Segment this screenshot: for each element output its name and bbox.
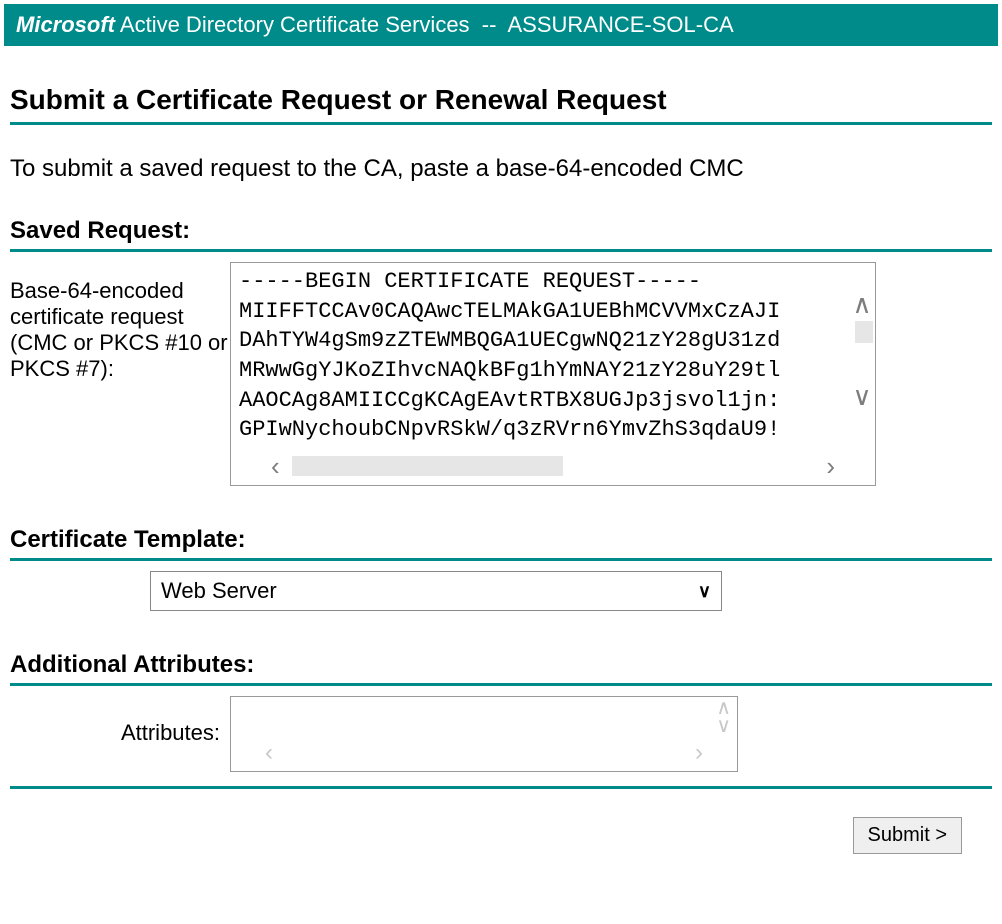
scrollbar-thumb[interactable] [292, 456, 564, 476]
cert-template-select[interactable]: Web Server ∨ [150, 571, 722, 611]
chevron-right-icon: › [695, 741, 703, 765]
csr-line: AAOCAg8AMIICCgKCAgEAvtRTBX8UGJp3jsvol1jn… [239, 386, 845, 416]
attributes-field-label: Attributes: [10, 696, 230, 746]
vertical-scrollbar[interactable]: ∧ ∨ [851, 291, 873, 409]
csr-line: MRwwGgYJKoZIhvcNAQkBFg1hYmNAY21zY28uY29t… [239, 356, 845, 386]
horizontal-scrollbar: ‹ › [231, 737, 737, 771]
scrollbar-thumb[interactable] [855, 321, 873, 343]
vertical-scrollbar[interactable]: ∧ ∨ [716, 699, 731, 735]
chevron-left-icon[interactable]: ‹ [271, 453, 280, 479]
submit-button[interactable]: Submit > [853, 817, 962, 854]
divider [10, 786, 992, 789]
chevron-down-icon[interactable]: ∨ [716, 717, 731, 735]
page-title: Submit a Certificate Request or Renewal … [10, 84, 992, 116]
chevron-down-icon[interactable]: ∨ [852, 383, 871, 409]
saved-request-content[interactable]: -----BEGIN CERTIFICATE REQUEST----- MIIF… [231, 263, 875, 449]
divider [10, 122, 992, 125]
brand-name: Microsoft [16, 12, 115, 37]
csr-line: -----BEGIN CERTIFICATE REQUEST----- [239, 267, 845, 297]
csr-line: MIIFFTCCAv0CAQAwcTELMAkGA1UEBhMCVVMxCzAJ… [239, 297, 845, 327]
attributes-textarea[interactable]: ∧ ∨ ‹ › [230, 696, 738, 772]
attributes-content[interactable] [231, 707, 737, 737]
scrollbar-track[interactable] [292, 456, 815, 476]
chevron-up-icon[interactable]: ∧ [852, 291, 871, 317]
cert-template-label: Certificate Template: [10, 526, 992, 554]
divider [10, 249, 992, 252]
csr-line: GPIwNychoubCNpvRSkW/q3zRVrn6YmvZhS3qdaU9… [239, 415, 845, 445]
csr-line: DAhTYW4gSm9zZTEWMBQGA1UECgwNQ21zY28gU31z… [239, 326, 845, 356]
ca-name: ASSURANCE-SOL-CA [507, 12, 733, 37]
divider [10, 683, 992, 686]
service-name: Active Directory Certificate Services [120, 12, 470, 37]
chevron-down-icon: ∨ [698, 581, 711, 602]
divider [10, 558, 992, 561]
header-bar: Microsoft Active Directory Certificate S… [4, 4, 998, 46]
header-separator: -- [482, 12, 497, 37]
horizontal-scrollbar[interactable]: ‹ › [231, 449, 875, 485]
saved-request-label: Saved Request: [10, 217, 992, 245]
saved-request-field-label: Base-64-encoded certificate request (CMC… [10, 262, 230, 382]
chevron-right-icon[interactable]: › [826, 453, 835, 479]
intro-text: To submit a saved request to the CA, pas… [10, 155, 992, 183]
additional-attributes-label: Additional Attributes: [10, 651, 992, 679]
cert-template-selected: Web Server [161, 578, 698, 604]
chevron-left-icon: ‹ [265, 741, 273, 765]
saved-request-textarea[interactable]: -----BEGIN CERTIFICATE REQUEST----- MIIF… [230, 262, 876, 486]
